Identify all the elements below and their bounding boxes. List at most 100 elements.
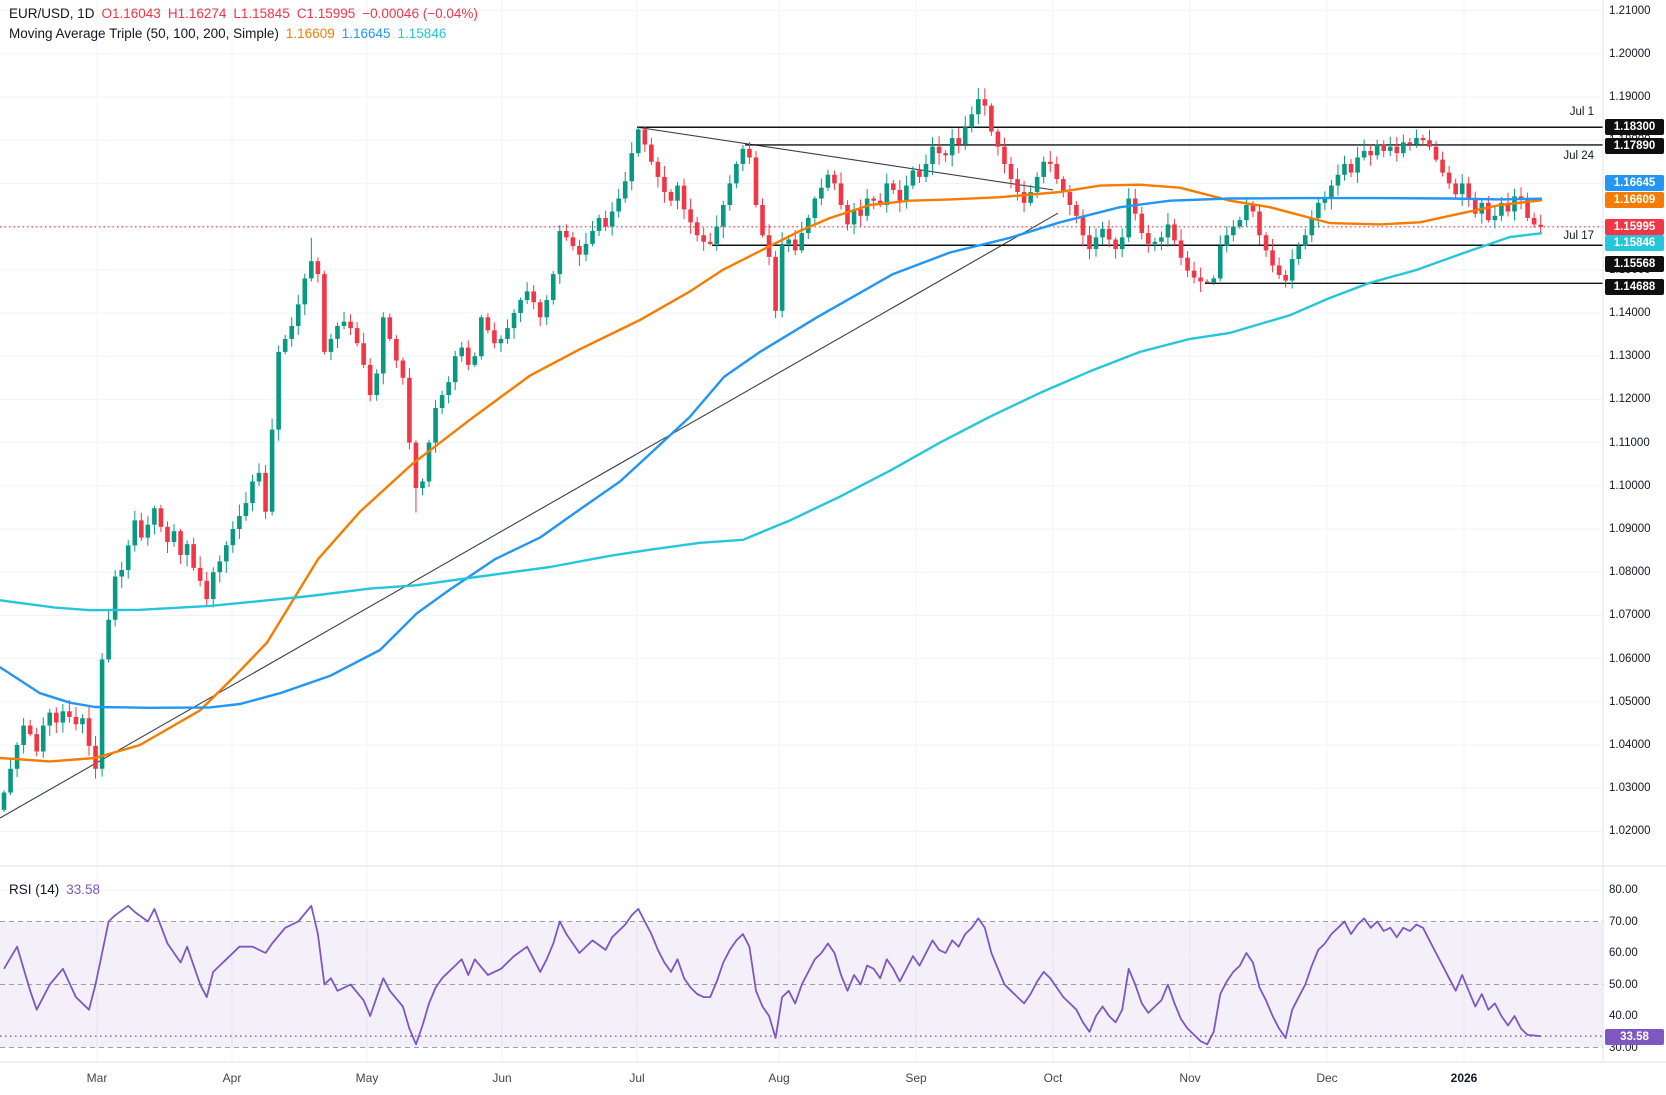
candle-body [361,343,366,365]
candle-body [237,516,242,529]
candle-body [113,577,118,620]
candle-body [1185,258,1190,271]
candle-body [943,153,948,155]
candle-body [1113,240,1118,250]
price-tick-label: 1.02000 [1609,825,1651,837]
candle-body [976,99,981,114]
candle-body [394,339,399,361]
candle-body [571,237,576,246]
candle-body [1146,233,1151,244]
candle-body [1264,235,1269,250]
candle-body [1211,278,1216,282]
candle-body [276,352,281,430]
candle-body [1224,235,1229,246]
candle-body [1231,227,1236,236]
candle-body [662,177,667,192]
candle-body [1022,192,1027,203]
candle-body [701,235,706,241]
candle-body [603,218,608,227]
candle-body [1401,142,1406,153]
candle-body [1054,164,1059,179]
candle-body [538,302,543,317]
ma-indicator-title[interactable]: Moving Average Triple (50, 100, 200, Sim… [9,26,279,41]
candle-body [185,544,190,555]
candle-body [217,561,222,572]
candle-body [1310,218,1315,235]
rsi-tick-label: 80.00 [1609,884,1638,896]
candle-body [721,205,726,227]
candle-body [1244,205,1249,220]
candle-body [1041,162,1046,177]
candle-body [1532,218,1537,224]
candle-body [891,183,896,189]
candle-body [597,218,602,231]
candle-body [969,114,974,127]
candle-body [525,291,530,300]
candle-body [1349,164,1354,173]
candle-body [1205,281,1210,282]
candle-body [1296,246,1301,259]
candle-body [937,147,942,153]
price-label-pill: 1.15568 [1605,256,1664,272]
candle-body [283,339,288,352]
candle-body [1342,164,1347,175]
candle-body [1355,157,1360,172]
price-label-pill: 33.58 [1605,1029,1664,1045]
candle-body [983,99,988,105]
candle-body [165,527,170,542]
candle-body [1362,151,1367,157]
price-tick-label: 1.10000 [1609,480,1651,492]
candle-body [584,244,589,255]
candle-body [1238,220,1243,226]
candle-body [172,531,177,542]
candle-body [734,164,739,183]
candle-body [2,793,7,810]
candle-body [446,382,451,395]
candle-body [348,322,353,328]
candle-body [316,261,321,274]
candle-body [1414,138,1419,144]
candle-body [146,525,151,538]
candle-body [420,481,425,487]
candle-body [374,373,379,395]
candle-body [224,545,229,561]
candle-body [839,183,844,205]
price-tick-label: 1.03000 [1609,782,1651,794]
price-tick-label: 1.21000 [1609,5,1651,17]
rsi-value: 33.58 [66,882,100,897]
candle-body [152,508,157,524]
candle-body [871,199,876,201]
candle-body [917,170,922,176]
symbol-title[interactable]: EUR/USD, 1D [9,6,95,21]
candle-body [1048,162,1053,164]
candle-body [61,711,66,722]
chart-canvas[interactable] [0,0,1666,1095]
candle-body [714,227,719,244]
candle-body [1139,214,1144,233]
price-tick-label: 1.08000 [1609,566,1651,578]
candle-body [204,581,209,599]
candle-body [1166,224,1171,237]
candle-body [682,186,687,210]
price-label-pill: 1.15846 [1605,235,1664,251]
candle-body [1094,237,1099,249]
candle-body [479,317,484,356]
candle-body [1447,173,1452,184]
rsi-title[interactable]: RSI (14) [9,882,59,897]
candle-body [28,726,33,735]
candle-body [1218,246,1223,278]
candle-body [558,231,563,274]
candle-body [1277,265,1282,275]
candle-body [786,240,791,244]
candle-body [296,304,301,326]
month-label: Oct [1044,1071,1063,1085]
candle-body [505,328,510,339]
candle-body [544,300,549,317]
candle-body [518,300,523,313]
candle-body [1434,147,1439,160]
rsi-tick-label: 60.00 [1609,947,1638,959]
candle-body [708,242,713,244]
candle-body [996,132,1001,147]
candle-body [1192,271,1197,278]
candle-body [924,164,929,177]
